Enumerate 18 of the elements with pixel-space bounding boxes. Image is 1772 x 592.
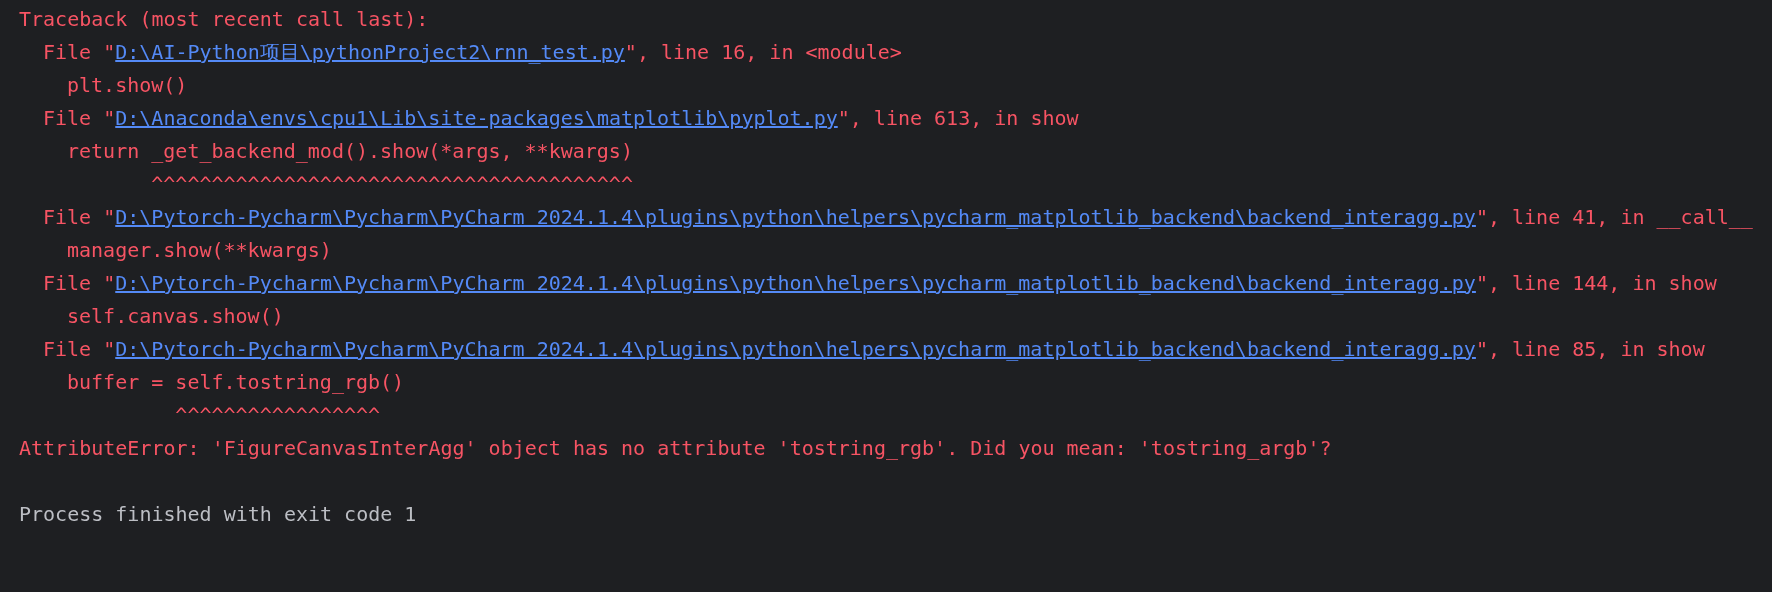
file-path-link[interactable]: D:\Pytorch-Pycharm\Pycharm\PyCharm 2024.1.4\plugins\python\helpers\pycharm_matplotlib_backend\backend_interagg.py <box>115 337 1476 361</box>
file-path-link[interactable]: D:\Pytorch-Pycharm\Pycharm\PyCharm 2024.1.4\plugins\python\helpers\pycharm_matplotlib_backend\backend_interagg.py <box>115 205 1476 229</box>
traceback-frame-line: File "D:\Pytorch-Pycharm\Pycharm\PyCharm 2024.1.4\plugins\python\helpers\pycharm_matplotlib_backend\backend_interagg.py", line 85, in show <box>43 337 1705 361</box>
error-caret-marker: ^^^^^^^^^^^^^^^^^^^^^^^^^^^^^^^^^^^^^^^^ <box>150 172 633 196</box>
file-path-link[interactable]: D:\Pytorch-Pycharm\Pycharm\PyCharm 2024.1.4\plugins\python\helpers\pycharm_matplotlib_backend\backend_interagg.py <box>115 271 1476 295</box>
process-exit-message: Process finished with exit code 1 <box>19 502 417 526</box>
source-code-line: plt.show() <box>67 73 188 97</box>
source-code-line: return _get_backend_mod().show(*args, **kwargs) <box>67 139 633 163</box>
traceback-header: Traceback (most recent call last): <box>19 7 429 31</box>
traceback-frame-line: File "D:\Anaconda\envs\cpu1\Lib\site-packages\matplotlib\pyplot.py", line 613, in show <box>43 106 1079 130</box>
source-code-line: buffer = self.tostring_rgb() <box>67 370 405 394</box>
error-caret-marker: ^^^^^^^^^^^^^^^^^ <box>174 403 381 427</box>
error-message: AttributeError: 'FigureCanvasInterAgg' object has no attribute 'tostring_rgb'. Did you mean: 'tostring_argb'? <box>19 436 1332 460</box>
traceback-frame-line: File "D:\Pytorch-Pycharm\Pycharm\PyCharm 2024.1.4\plugins\python\helpers\pycharm_matplotlib_backend\backend_interagg.py", line 144, in show <box>43 271 1717 295</box>
file-path-link[interactable]: D:\Anaconda\envs\cpu1\Lib\site-packages\matplotlib\pyplot.py <box>115 106 838 130</box>
source-code-line: self.canvas.show() <box>67 304 284 328</box>
traceback-frame-line: File "D:\Pytorch-Pycharm\Pycharm\PyCharm 2024.1.4\plugins\python\helpers\pycharm_matplotlib_backend\backend_interagg.py", line 41, in __call__ <box>43 205 1753 229</box>
source-code-line: manager.show(**kwargs) <box>67 238 332 262</box>
